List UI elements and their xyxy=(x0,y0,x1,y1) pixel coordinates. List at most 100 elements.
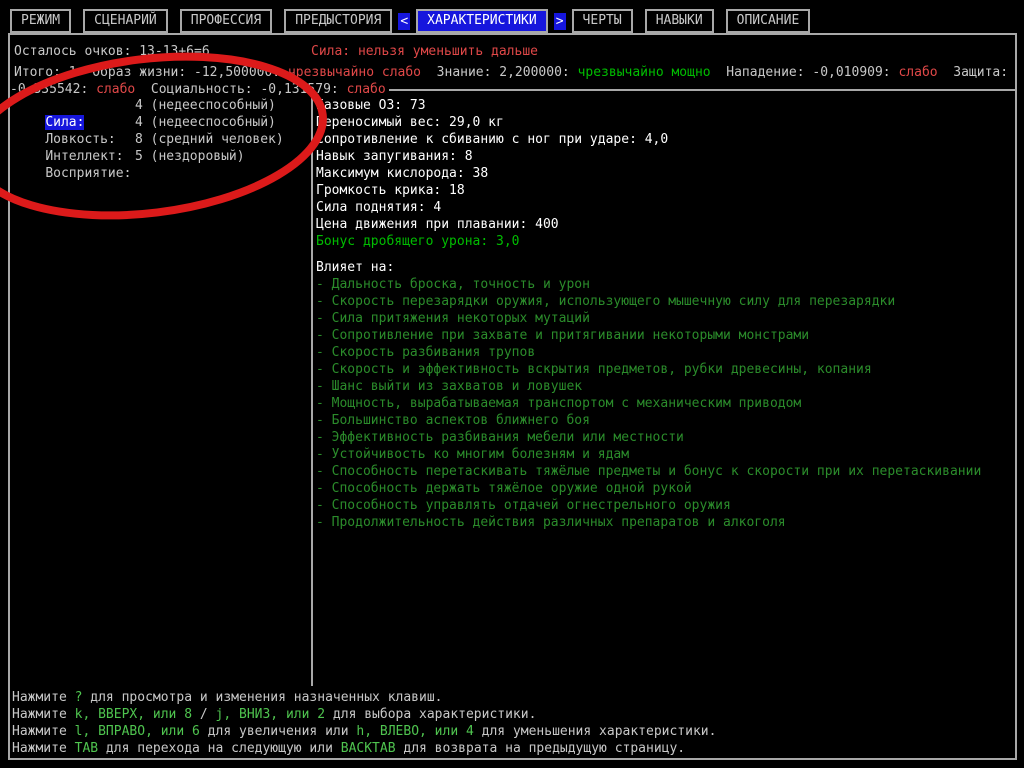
column-divider xyxy=(311,90,313,686)
stat-number: 8 xyxy=(135,132,143,147)
prev-page-arrow-icon[interactable]: < xyxy=(398,12,411,30)
stat-desc: (нездоровый) xyxy=(150,149,245,164)
affects-item: - Мощность, вырабатываемая транспортом с… xyxy=(316,396,802,411)
text-segment: для просмотра и изменения назначенных кл… xyxy=(82,690,443,705)
window-border-bottom xyxy=(8,758,1017,760)
help-line-2: Нажмите k, ВВЕРХ, или 8 / j, ВНИЗ, или 2… xyxy=(12,706,536,723)
text-segment: j, ВНИЗ, или 2 xyxy=(215,707,326,722)
stat-row-intelligence[interactable]: Интеллект: 8 (средний человек) xyxy=(14,131,304,164)
affects-item: - Эффективность разбивания мебели или ме… xyxy=(316,430,684,445)
stat-number: 4 xyxy=(135,115,143,130)
tab-description[interactable]: ОПИСАНИЕ xyxy=(725,9,811,33)
affects-title: Влияет на: xyxy=(316,260,395,275)
text-segment: для выбора характеристики. xyxy=(325,707,537,722)
text-segment: TAB xyxy=(74,741,99,756)
stat-value-intelligence: 8 (средний человек) xyxy=(135,131,284,148)
text-segment: l, ВПРАВО, или 6 xyxy=(74,724,200,739)
window-border-left xyxy=(8,33,10,760)
stat-desc: (средний человек) xyxy=(150,132,284,147)
stat-value-dexterity: 4 (недееспособный) xyxy=(135,114,276,131)
header-divider-line xyxy=(388,88,1017,91)
affects-item: - Способность держать тяжёлое оружие одн… xyxy=(316,481,692,496)
stat-row-strength[interactable]: Сила: 4 (недееспособный) xyxy=(14,97,304,130)
affects-item: - Шанс выйти из захватов и ловушек xyxy=(316,379,583,394)
text-segment: чрезвычайно слабо xyxy=(287,65,422,80)
stat-limit-warning: Сила: нельзя уменьшить дальше xyxy=(311,44,538,59)
text-segment: Защита: xyxy=(937,65,1009,80)
text-segment: Нападение: -0,010909: xyxy=(710,65,899,80)
tab-skills[interactable]: НАВЫКИ xyxy=(644,9,714,33)
text-segment: Нажмите xyxy=(12,724,75,739)
affects-item: - Дальность броска, точность и урон xyxy=(316,277,590,292)
tab-bar: РЕЖИМ СЦЕНАРИЙ ПРОФЕССИЯ ПРЕДЫСТОРИЯ < Х… xyxy=(10,9,811,33)
stat-number: 5 xyxy=(135,149,143,164)
affects-item: - Сила притяжения некоторых мутаций xyxy=(316,311,590,326)
text-segment: чрезвычайно мощно xyxy=(577,65,711,80)
points-remaining: Осталось очков: 13-13+6=6 xyxy=(14,44,210,59)
affects-list: - Дальность броска, точность и урон - Ско… xyxy=(316,276,981,531)
tab-profession[interactable]: ПРОФЕССИЯ xyxy=(179,9,273,33)
stat-details: Базовые ОЗ: 73 Переносимый вес: 29,0 кг Со… xyxy=(316,97,668,233)
text-segment: / xyxy=(192,707,216,722)
affects-item: - Устойчивость ко многим болезням и ядам xyxy=(316,447,630,462)
stat-number: 4 xyxy=(135,98,143,113)
affects-item: - Большинство аспектов ближнего боя xyxy=(316,413,590,428)
stat-name-perception[interactable]: Восприятие: xyxy=(45,166,131,181)
help-line-4: Нажмите TAB для перехода на следующую ил… xyxy=(12,740,685,757)
totals-line-1: Итого: 1 Образ жизни: -12,500000: чрезвы… xyxy=(14,64,1008,81)
text-segment: для увеличения или xyxy=(199,724,357,739)
text-segment: h, ВЛЕВО, или 4 xyxy=(356,724,474,739)
text-segment: слабо xyxy=(898,65,938,80)
totals-line-2-text: -0,335542: слабо Социальность: -0,131579… xyxy=(10,81,386,98)
window-border-right xyxy=(1015,33,1017,760)
stat-desc: (недееспособный) xyxy=(150,115,276,130)
affects-item: - Продолжительность действия различных п… xyxy=(316,515,786,530)
detail-line: Сопротивление к сбиванию с ног при ударе… xyxy=(316,132,669,147)
tab-mode[interactable]: РЕЖИМ xyxy=(10,9,72,33)
detail-line: Громкость крика: 18 xyxy=(316,183,465,198)
text-segment: Нажмите xyxy=(12,741,75,756)
text-segment: слабо xyxy=(96,82,136,97)
affects-item: - Способность перетаскивать тяжёлые пред… xyxy=(316,464,982,479)
help-line-1: Нажмите ? для просмотра и изменения назн… xyxy=(12,689,442,706)
text-segment: Нажмите xyxy=(12,707,75,722)
tab-background[interactable]: ПРЕДЫСТОРИЯ xyxy=(284,9,393,33)
text-segment: для уменьшения характеристики. xyxy=(473,724,717,739)
detail-line: Навык запугивания: 8 xyxy=(316,149,473,164)
next-page-arrow-icon[interactable]: > xyxy=(553,12,566,30)
tab-traits[interactable]: ЧЕРТЫ xyxy=(571,9,633,33)
detail-line: Сила поднятия: 4 xyxy=(316,200,442,215)
stats-list: Сила: 4 (недееспособный) Ловкость: 4 (не… xyxy=(14,97,304,181)
window-border-top xyxy=(8,33,1017,35)
stat-row-perception[interactable]: Восприятие: 5 (нездоровый) xyxy=(14,148,304,181)
damage-bonus-line: Бонус дробящего урона: 3,0 xyxy=(316,234,520,249)
text-segment: слабо xyxy=(346,82,386,97)
tab-stats[interactable]: ХАРАКТЕРИСТИКИ xyxy=(416,9,548,33)
affects-item: - Скорость и эффективность вскрытия пред… xyxy=(316,362,872,377)
stat-row-dexterity[interactable]: Ловкость: 4 (недееспособный) xyxy=(14,114,304,147)
text-segment: Нажмите xyxy=(12,690,75,705)
detail-line: Переносимый вес: 29,0 кг xyxy=(316,115,504,130)
detail-line: Цена движения при плавании: 400 xyxy=(316,217,559,232)
detail-line: Базовые ОЗ: 73 xyxy=(316,98,426,113)
stat-desc: (недееспособный) xyxy=(150,98,276,113)
text-segment: для возврата на предыдущую страницу. xyxy=(395,741,686,756)
text-segment: k, ВВЕРХ, или 8 xyxy=(74,707,193,722)
help-line-3: Нажмите l, ВПРАВО, или 6 для увеличения … xyxy=(12,723,716,740)
text-segment: Знание: 2,200000: xyxy=(421,65,578,80)
stat-value-perception: 5 (нездоровый) xyxy=(135,148,245,165)
text-segment: Итого: 1 xyxy=(14,65,93,80)
text-segment: Социальность: -0,131579: xyxy=(135,82,347,97)
stat-value-strength: 4 (недееспособный) xyxy=(135,97,276,114)
affects-item: - Сопротивление при захвате и притягиван… xyxy=(316,328,810,343)
text-segment: Образ жизни: -12,500000: xyxy=(92,65,288,80)
affects-item: - Скорость перезарядки оружия, использую… xyxy=(316,294,896,309)
affects-item: - Способность управлять отдачей огнестре… xyxy=(316,498,731,513)
text-segment: BACKTAB xyxy=(340,741,396,756)
text-segment: для перехода на следующую или xyxy=(98,741,341,756)
detail-line: Максимум кислорода: 38 xyxy=(316,166,489,181)
affects-item: - Скорость разбивания трупов xyxy=(316,345,536,360)
tab-scenario[interactable]: СЦЕНАРИЙ xyxy=(83,9,168,33)
text-segment: -0,335542: xyxy=(10,82,97,97)
totals-line-2: -0,335542: слабо Социальность: -0,131579… xyxy=(10,81,1017,98)
